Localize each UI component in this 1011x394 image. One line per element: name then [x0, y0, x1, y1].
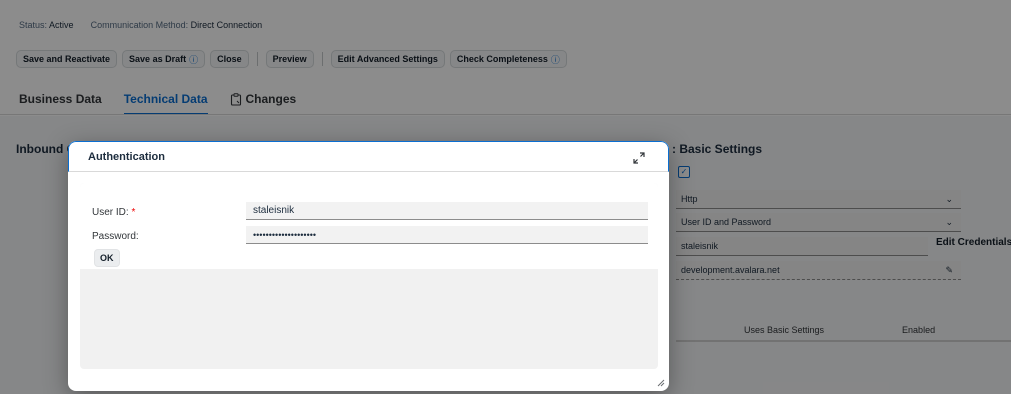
dialog-body: User ID: * Password: OK — [80, 183, 658, 369]
user-id-label: User ID: * — [92, 207, 136, 218]
required-marker: * — [131, 207, 136, 218]
dialog-title: Authentication — [88, 151, 165, 163]
resize-handle-icon[interactable] — [655, 377, 665, 387]
dialog-header: Authentication — [68, 141, 669, 172]
user-id-input[interactable] — [246, 202, 648, 220]
password-label: Password: — [92, 231, 139, 242]
expand-icon[interactable] — [631, 150, 647, 166]
authentication-dialog: Authentication User ID: * Password: OK — [68, 141, 669, 391]
credentials-form: User ID: * Password: OK — [80, 183, 658, 269]
password-input[interactable] — [246, 226, 648, 244]
ok-button[interactable]: OK — [94, 249, 120, 267]
